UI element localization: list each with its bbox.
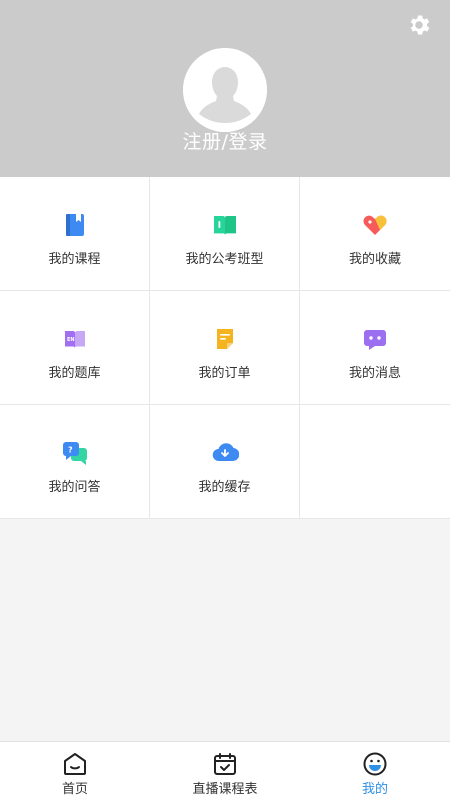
- menu-item-label: 我的缓存: [198, 480, 251, 495]
- menu-item-label: 我的题库: [48, 366, 101, 381]
- avatar[interactable]: [183, 48, 267, 132]
- menu-item-label: 我的收藏: [348, 252, 401, 267]
- login-register-link[interactable]: 注册/登录: [0, 127, 450, 154]
- tab-label: 首页: [61, 782, 88, 797]
- qa-icon: ?: [63, 442, 87, 465]
- menu-grid: 我的课程 我的公考班型 我的收藏 EN 我的题库 我的订单 我的消息 ? 我的问…: [0, 177, 450, 519]
- order-icon: [217, 329, 233, 349]
- profile-face-icon: [363, 752, 387, 776]
- tab-label: 我的: [361, 782, 388, 797]
- gear-icon[interactable]: [406, 12, 432, 38]
- menu-item-my-question-bank[interactable]: EN 我的题库: [0, 291, 150, 405]
- avatar-placeholder-icon: [183, 48, 267, 132]
- home-icon: [64, 753, 86, 775]
- book-icon: [66, 214, 84, 236]
- menu-item-label: 我的问答: [48, 480, 101, 495]
- open-book-icon: [214, 216, 236, 235]
- svg-text:?: ?: [68, 446, 73, 455]
- profile-header: 注册/登录: [0, 0, 450, 177]
- message-icon: [364, 330, 386, 350]
- cloud-download-icon: [212, 443, 239, 462]
- empty-cell: [300, 405, 450, 519]
- heart-tag-icon: [363, 215, 387, 235]
- menu-item-my-messages[interactable]: 我的消息: [300, 291, 450, 405]
- svg-text:EN: EN: [67, 337, 75, 343]
- menu-item-label: 我的消息: [348, 366, 401, 381]
- menu-item-label: 我的课程: [48, 252, 101, 267]
- menu-item-my-cache[interactable]: 我的缓存: [150, 405, 300, 519]
- menu-item-my-orders[interactable]: 我的订单: [150, 291, 300, 405]
- tab-home[interactable]: 首页: [0, 742, 150, 800]
- menu-item-my-exam-classes[interactable]: 我的公考班型: [150, 177, 300, 291]
- menu-item-label: 我的订单: [198, 366, 251, 381]
- menu-item-my-favorites[interactable]: 我的收藏: [300, 177, 450, 291]
- question-bank-icon: EN: [65, 331, 85, 348]
- tab-live-schedule[interactable]: 直播课程表: [150, 742, 300, 800]
- tab-label: 直播课程表: [192, 782, 258, 797]
- bottom-tab-bar: 首页 直播课程表 我的: [0, 741, 450, 800]
- tab-mine[interactable]: 我的: [300, 742, 450, 800]
- menu-item-label: 我的公考班型: [185, 252, 264, 267]
- menu-item-my-courses[interactable]: 我的课程: [0, 177, 150, 291]
- calendar-check-icon: [214, 753, 236, 775]
- menu-item-my-qa[interactable]: ? 我的问答: [0, 405, 150, 519]
